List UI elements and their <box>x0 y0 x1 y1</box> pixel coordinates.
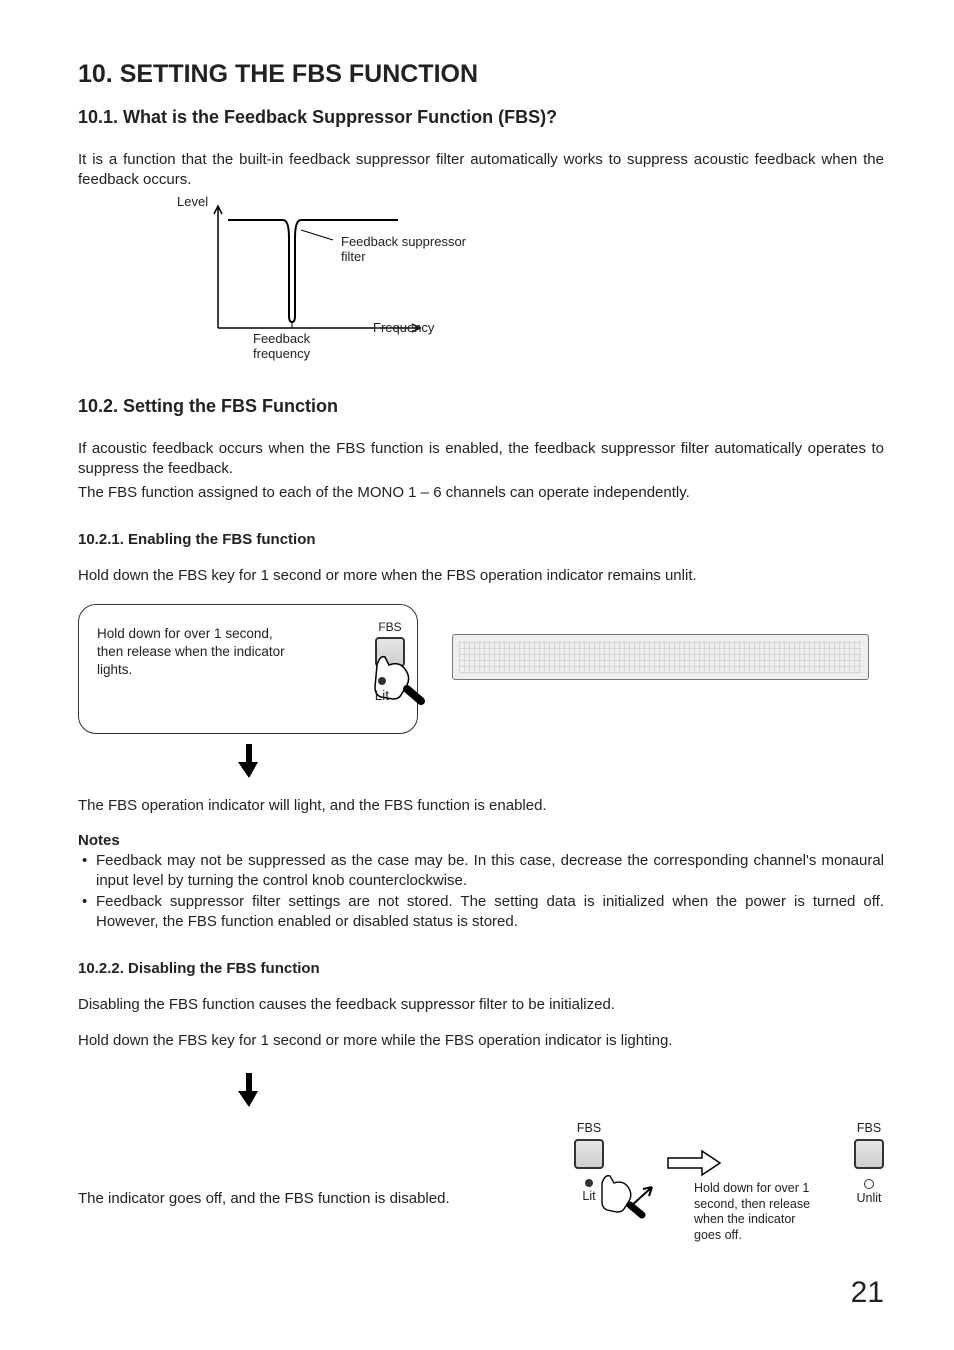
heading-10-1: 10.1. What is the Feedback Suppressor Fu… <box>78 107 884 128</box>
enable-result: The FBS operation indicator will light, … <box>78 796 884 816</box>
note-item: Feedback suppressor filter settings are … <box>96 892 884 932</box>
led-dot-icon <box>378 677 386 685</box>
body-10-2b: The FBS function assigned to each of the… <box>78 483 884 503</box>
notes-list: Feedback may not be suppressed as the ca… <box>78 851 884 933</box>
unlit-label: Unlit <box>854 1191 884 1207</box>
body-10-1: It is a function that the built-in feedb… <box>78 150 884 190</box>
led-lit: Lit <box>375 677 389 705</box>
note-item: Feedback may not be suppressed as the ca… <box>96 851 884 891</box>
section-10-2: 10.2. Setting the FBS Function If acoust… <box>78 396 884 503</box>
section-10-2-2: 10.2.2. Disabling the FBS function Disab… <box>78 960 884 1251</box>
heading-10-2: 10.2. Setting the FBS Function <box>78 396 884 417</box>
body-10-2a: If acoustic feedback occurs when the FBS… <box>78 439 884 479</box>
chart-annot-freq-text: Feedback frequency <box>253 331 343 362</box>
lit-label: Lit <box>375 688 389 703</box>
chart-annot-freq: Feedback frequency <box>253 331 343 362</box>
page-title: 10. SETTING THE FBS FUNCTION <box>78 60 884 89</box>
callout-text: Hold down for over 1 second, then releas… <box>97 625 292 680</box>
fbs-label: FBS <box>854 1121 884 1137</box>
chart-xlabel: Frequency <box>373 320 434 335</box>
fbs-key-label: FBS <box>375 619 405 635</box>
hold-text: Hold down for over 1 second, then releas… <box>694 1181 824 1244</box>
heading-10-2-1: 10.2.1. Enabling the FBS function <box>78 531 884 548</box>
chart-ylabel: Level <box>177 194 208 209</box>
fbs-filter-chart: Level Feedback suppressor filter Feedbac… <box>183 198 563 368</box>
fbs-label: FBS <box>574 1121 604 1137</box>
fbs-key-icon <box>574 1139 604 1169</box>
disable-result: The indicator goes off, and the FBS func… <box>78 1189 544 1209</box>
body-10-2-2b: Hold down the FBS key for 1 second or mo… <box>78 1031 884 1051</box>
pointer-arrow-icon <box>630 1183 660 1209</box>
arrow-down-icon <box>238 1073 884 1113</box>
callout-box: Hold down for over 1 second, then releas… <box>78 604 418 734</box>
section-10-2-1: 10.2.1. Enabling the FBS function Hold d… <box>78 531 884 933</box>
chart-annot-filter: Feedback suppressor filter <box>341 234 491 265</box>
body-10-2-2a: Disabling the FBS function causes the fe… <box>78 995 884 1015</box>
fbs-key-icon <box>854 1139 884 1169</box>
heading-10-2-2: 10.2.2. Disabling the FBS function <box>78 960 884 977</box>
led-dot-icon <box>585 1179 593 1187</box>
enable-illustration: Hold down for over 1 second, then releas… <box>78 604 884 734</box>
arrow-down-icon <box>238 744 884 784</box>
page-number: 21 <box>851 1276 884 1310</box>
chart-annot-filter-line: Feedback suppressor filter <box>341 234 491 265</box>
notes-label: Notes <box>78 832 884 849</box>
body-10-2-1: Hold down the FBS key for 1 second or mo… <box>78 566 884 586</box>
mixer-panel-illustration <box>452 634 869 680</box>
arrow-right-icon <box>666 1149 722 1185</box>
led-ring-icon <box>864 1179 874 1189</box>
disable-illustration: FBS Lit Hold down for over 1 second <box>574 1121 884 1251</box>
section-10-1: 10.1. What is the Feedback Suppressor Fu… <box>78 107 884 368</box>
